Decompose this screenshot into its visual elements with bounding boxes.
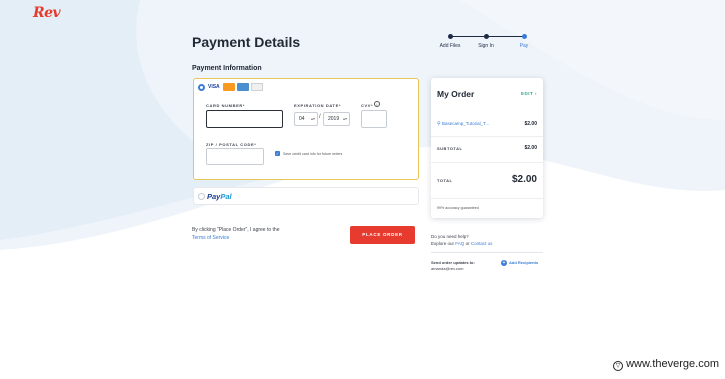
cvv-label: CVV* <box>361 103 374 108</box>
divider <box>431 198 543 199</box>
total-value: $2.00 <box>511 174 537 185</box>
card-number-label: CARD NUMBER* <box>206 103 245 108</box>
help-prefix: Explore our <box>431 241 455 246</box>
progress-steps: Add Files Sign In Pay <box>430 34 542 54</box>
updates-email: amanda@rev.com <box>431 266 464 271</box>
step-dot <box>447 34 453 39</box>
divider <box>431 162 543 163</box>
help-section: Do you need help? Explore our FAQ or Con… <box>431 233 492 247</box>
section-title: Payment Information <box>192 65 262 72</box>
faq-link[interactable]: FAQ <box>455 241 464 246</box>
step-sign-in: Sign In <box>466 34 506 49</box>
paperclip-icon: ⚲ <box>437 121 441 127</box>
add-recipients-button[interactable]: + Add Recipients <box>501 260 538 266</box>
card-brands: VISA <box>207 83 263 91</box>
help-links: Explore our FAQ or Contact us <box>431 240 492 247</box>
step-label: Sign In <box>478 43 494 49</box>
paypal-pal: Pal <box>220 192 232 201</box>
updates-label: Send order updates to: <box>431 260 475 265</box>
total-label: TOTAL <box>437 178 453 183</box>
plus-icon: + <box>501 260 507 266</box>
divider <box>431 252 543 253</box>
step-dot <box>483 34 489 39</box>
credit-card-radio[interactable] <box>198 84 205 91</box>
chevron-down-icon: ▴▾ <box>342 116 347 121</box>
expiration-label: EXPIRATION DATE* <box>294 103 342 108</box>
paypal-radio[interactable] <box>198 193 205 200</box>
page-title: Payment Details <box>192 34 301 50</box>
subtotal-value: $2.00 <box>524 145 537 151</box>
zip-label: ZIP / POSTAL CODE* <box>206 142 257 147</box>
contact-link[interactable]: Contact us <box>471 241 493 246</box>
mastercard-icon <box>222 83 235 91</box>
paypal-logo: PayPal <box>207 192 232 201</box>
paypal-option[interactable]: PayPal <box>193 187 419 205</box>
help-question: Do you need help? <box>431 234 469 239</box>
verge-logo-icon: ▽ <box>613 361 624 371</box>
help-or: or <box>465 241 470 246</box>
info-icon[interactable]: i <box>374 101 380 107</box>
credit-card-option[interactable]: VISA CARD NUMBER* EXPIRATION DATE* 04 ▴▾… <box>193 78 419 180</box>
edit-order-link[interactable]: EDIT › <box>521 91 537 96</box>
chevron-down-icon: ▴▾ <box>310 116 315 121</box>
visa-icon: VISA <box>208 84 220 90</box>
step-label: Pay <box>519 43 529 49</box>
save-card-checkbox[interactable]: ✓ <box>275 151 280 156</box>
item-amount: $2.00 <box>524 121 537 127</box>
exp-month-select[interactable]: 04 ▴▾ <box>294 112 318 126</box>
divider <box>431 136 543 137</box>
order-line-item: ⚲ Basecamp_Tutorial_T... $2.00 <box>437 121 537 127</box>
accuracy-guarantee: 99% accuracy guaranteed <box>437 206 479 210</box>
terms-text: By clicking "Place Order", I agree to th… <box>192 227 280 233</box>
date-separator: / <box>319 114 321 120</box>
order-updates: Send order updates to: amanda@rev.com <box>431 260 475 272</box>
step-dot <box>521 34 527 39</box>
step-label: Add Files <box>439 43 461 49</box>
discover-icon <box>250 83 263 91</box>
order-title: My Order <box>437 89 475 99</box>
order-summary: My Order EDIT › ⚲ Basecamp_Tutorial_T...… <box>431 78 543 218</box>
zip-input[interactable] <box>206 148 264 165</box>
credit-text: www.theverge.com <box>626 358 719 370</box>
terms-notice: By clicking "Place Order", I agree to th… <box>192 226 302 242</box>
step-pay: Pay <box>504 34 544 49</box>
step-add-files: Add Files <box>430 34 470 49</box>
subtotal-label: SUBTOTAL <box>437 146 463 151</box>
add-recipients-label: Add Recipients <box>509 260 539 266</box>
file-name[interactable]: Basecamp_Tutorial_T... <box>442 121 489 126</box>
exp-month-value: 04 <box>299 116 305 122</box>
exp-year-select[interactable]: 2019 ▴▾ <box>323 112 350 126</box>
rev-logo[interactable]: Rev <box>33 5 61 21</box>
exp-year-value: 2019 <box>328 116 340 122</box>
source-credit: ▽ www.theverge.com <box>613 358 719 371</box>
save-card-label: Save credit card info for future orders <box>283 152 343 156</box>
cvv-input[interactable] <box>361 110 387 128</box>
paypal-pay: Pay <box>207 192 221 201</box>
card-number-input[interactable] <box>206 110 283 128</box>
place-order-button[interactable]: PLACE ORDER <box>350 226 415 244</box>
terms-link[interactable]: Terms of Service <box>192 235 229 241</box>
amex-icon <box>236 83 249 91</box>
